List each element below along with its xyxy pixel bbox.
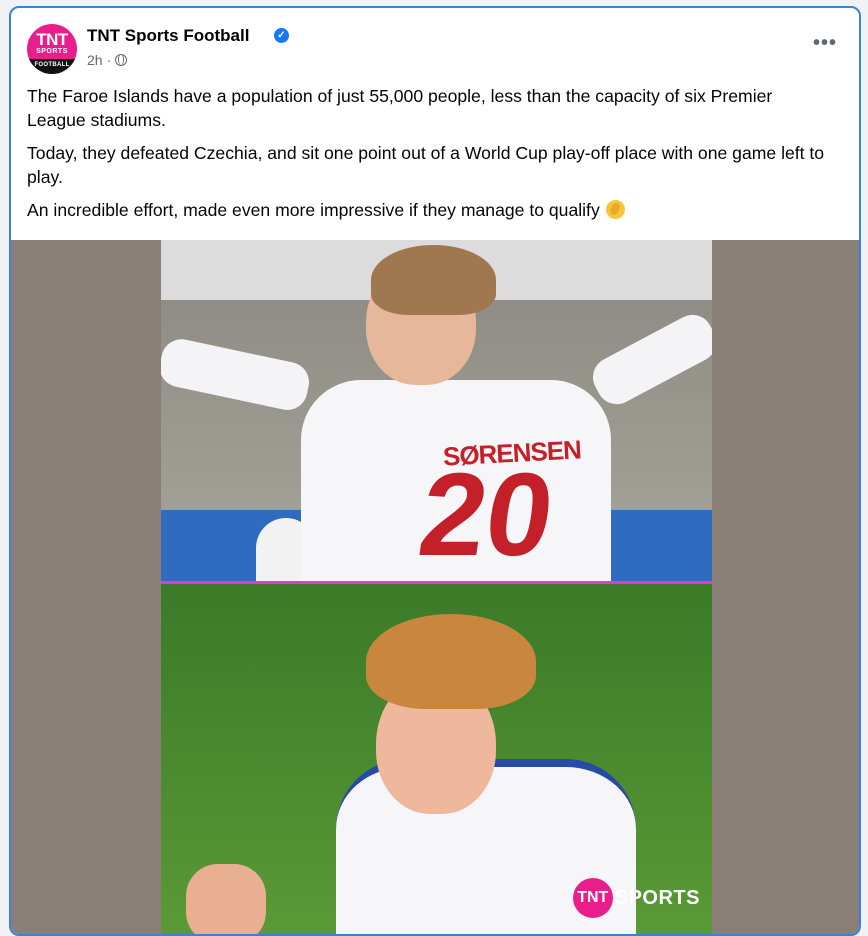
post-media[interactable]: SØRENSEN 20 TNT SPORTS: [11, 240, 859, 934]
post-paragraph-1: The Faroe Islands have a population of j…: [27, 86, 773, 130]
meta-separator: ·: [106, 52, 112, 68]
avatar-sports-text: SPORTS: [36, 48, 68, 55]
player-hair-2: [366, 614, 536, 709]
avatar-tnt-text: TNT: [36, 30, 68, 49]
post-meta: 2h ·: [87, 52, 128, 68]
post-paragraph-2: Today, they defeated Czechia, and sit on…: [27, 143, 825, 187]
post-paragraph-3: An incredible effort, made even more imp…: [27, 198, 829, 222]
video-frame[interactable]: SØRENSEN 20 TNT SPORTS: [161, 240, 712, 934]
globe-icon[interactable]: [115, 54, 128, 66]
post-text: The Faroe Islands have a population of j…: [27, 84, 829, 231]
post-paragraph-3-text: An incredible effort, made even more imp…: [27, 200, 600, 220]
video-bottom-frame: TNT SPORTS: [161, 584, 712, 934]
post-card: TNT SPORTS FOOTBALL TNT Sports Football …: [9, 6, 861, 936]
player-hair: [371, 245, 496, 315]
post-timestamp[interactable]: 2h: [87, 52, 103, 68]
avatar[interactable]: TNT SPORTS FOOTBALL: [27, 24, 77, 74]
left-arm: [161, 335, 313, 414]
verified-badge-icon: ✓: [274, 28, 289, 43]
watermark-text: SPORTS: [614, 886, 700, 909]
clapping-hands-icon: [605, 200, 625, 219]
video-top-frame: SØRENSEN 20: [161, 240, 712, 610]
post-header: TNT SPORTS FOOTBALL TNT Sports Football …: [25, 22, 845, 74]
shirt-number-text: 20: [411, 449, 562, 581]
avatar-football-text: FOOTBALL: [27, 59, 77, 74]
tnt-sports-watermark: TNT SPORTS: [572, 878, 700, 918]
player-fist: [186, 864, 266, 934]
tnt-logo-icon: TNT: [572, 878, 613, 918]
page-name-link[interactable]: TNT Sports Football: [87, 26, 249, 46]
more-options-button[interactable]: •••: [813, 33, 837, 53]
